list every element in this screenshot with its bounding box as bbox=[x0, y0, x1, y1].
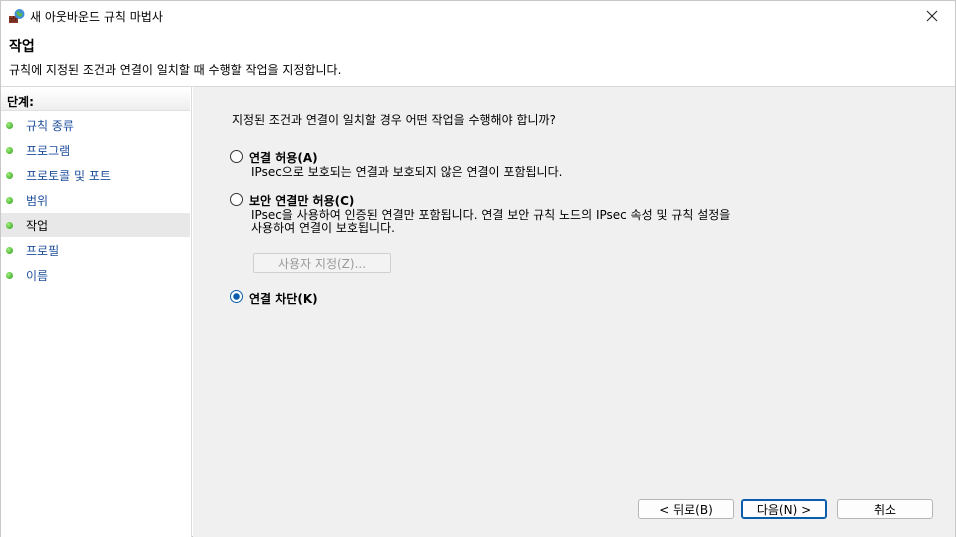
step-program[interactable]: 프로그램 bbox=[1, 138, 190, 162]
green-bullet-icon bbox=[6, 146, 13, 154]
allow-connection-radio[interactable] bbox=[230, 150, 243, 163]
step-label: 규칙 종류 bbox=[26, 118, 74, 133]
step-scope[interactable]: 범위 bbox=[1, 188, 190, 212]
step-rule-type[interactable]: 규칙 종류 bbox=[1, 113, 190, 137]
steps-label: 단계: bbox=[1, 89, 190, 111]
green-bullet-icon bbox=[6, 171, 13, 179]
green-bullet-icon bbox=[6, 271, 13, 279]
step-label: 이름 bbox=[26, 268, 49, 283]
step-label: 범위 bbox=[26, 193, 49, 208]
action-question: 지정된 조건과 연결이 일치할 경우 어떤 작업을 수행해야 합니까? bbox=[232, 113, 556, 127]
green-bullet-icon bbox=[6, 121, 13, 129]
step-label: 작업 bbox=[26, 218, 49, 233]
action-pane: 지정된 조건과 연결이 일치할 경우 어떤 작업을 수행해야 합니까? 연결 허… bbox=[193, 87, 955, 537]
step-protocol-ports[interactable]: 프로토콜 및 포트 bbox=[1, 163, 190, 187]
wizard-window: 새 아웃바운드 규칙 마법사 작업 규칙에 지정된 조건과 연결이 일치할 때 … bbox=[0, 0, 956, 537]
back-button[interactable]: < 뒤로(B) bbox=[638, 499, 734, 519]
block-connection-label[interactable]: 연결 차단(K) bbox=[249, 290, 318, 307]
close-icon bbox=[926, 10, 938, 22]
step-name[interactable]: 이름 bbox=[1, 263, 190, 287]
allow-connection-description: IPsec으로 보호되는 연결과 보호되지 않은 연결이 포함됩니다. bbox=[251, 165, 563, 179]
page-title: 작업 bbox=[9, 39, 35, 55]
allow-secure-label[interactable]: 보안 연결만 허용(C) bbox=[249, 192, 354, 209]
window-title: 새 아웃바운드 규칙 마법사 bbox=[30, 10, 163, 24]
step-action[interactable]: 작업 bbox=[1, 213, 190, 237]
step-profile[interactable]: 프로필 bbox=[1, 238, 190, 262]
title-bar: 새 아웃바운드 규칙 마법사 bbox=[1, 1, 955, 31]
wizard-header: 작업 규칙에 지정된 조건과 연결이 일치할 때 수행할 작업을 지정합니다. bbox=[1, 31, 955, 86]
block-connection-radio[interactable] bbox=[230, 290, 243, 303]
next-button[interactable]: 다음(N) > bbox=[741, 499, 827, 519]
allow-connection-label[interactable]: 연결 허용(A) bbox=[249, 149, 318, 166]
allow-secure-description-line2: 사용하여 연결이 보호됩니다. bbox=[251, 221, 395, 235]
green-bullet-icon bbox=[6, 221, 13, 229]
step-label: 프로필 bbox=[26, 243, 60, 258]
green-bullet-icon bbox=[6, 196, 13, 204]
firewall-globe-icon bbox=[9, 8, 25, 24]
cancel-button[interactable]: 취소 bbox=[837, 499, 933, 519]
customize-button[interactable]: 사용자 지정(Z)... bbox=[253, 253, 391, 273]
steps-pane: 단계: 규칙 종류 프로그램 프로토콜 및 포트 범위 작업 프로필 이름 bbox=[1, 87, 192, 537]
page-description: 규칙에 지정된 조건과 연결이 일치할 때 수행할 작업을 지정합니다. bbox=[9, 63, 342, 77]
close-button[interactable] bbox=[909, 1, 955, 31]
allow-secure-radio[interactable] bbox=[230, 193, 243, 206]
step-label: 프로토콜 및 포트 bbox=[26, 168, 111, 183]
green-bullet-icon bbox=[6, 246, 13, 254]
step-label: 프로그램 bbox=[26, 143, 71, 158]
